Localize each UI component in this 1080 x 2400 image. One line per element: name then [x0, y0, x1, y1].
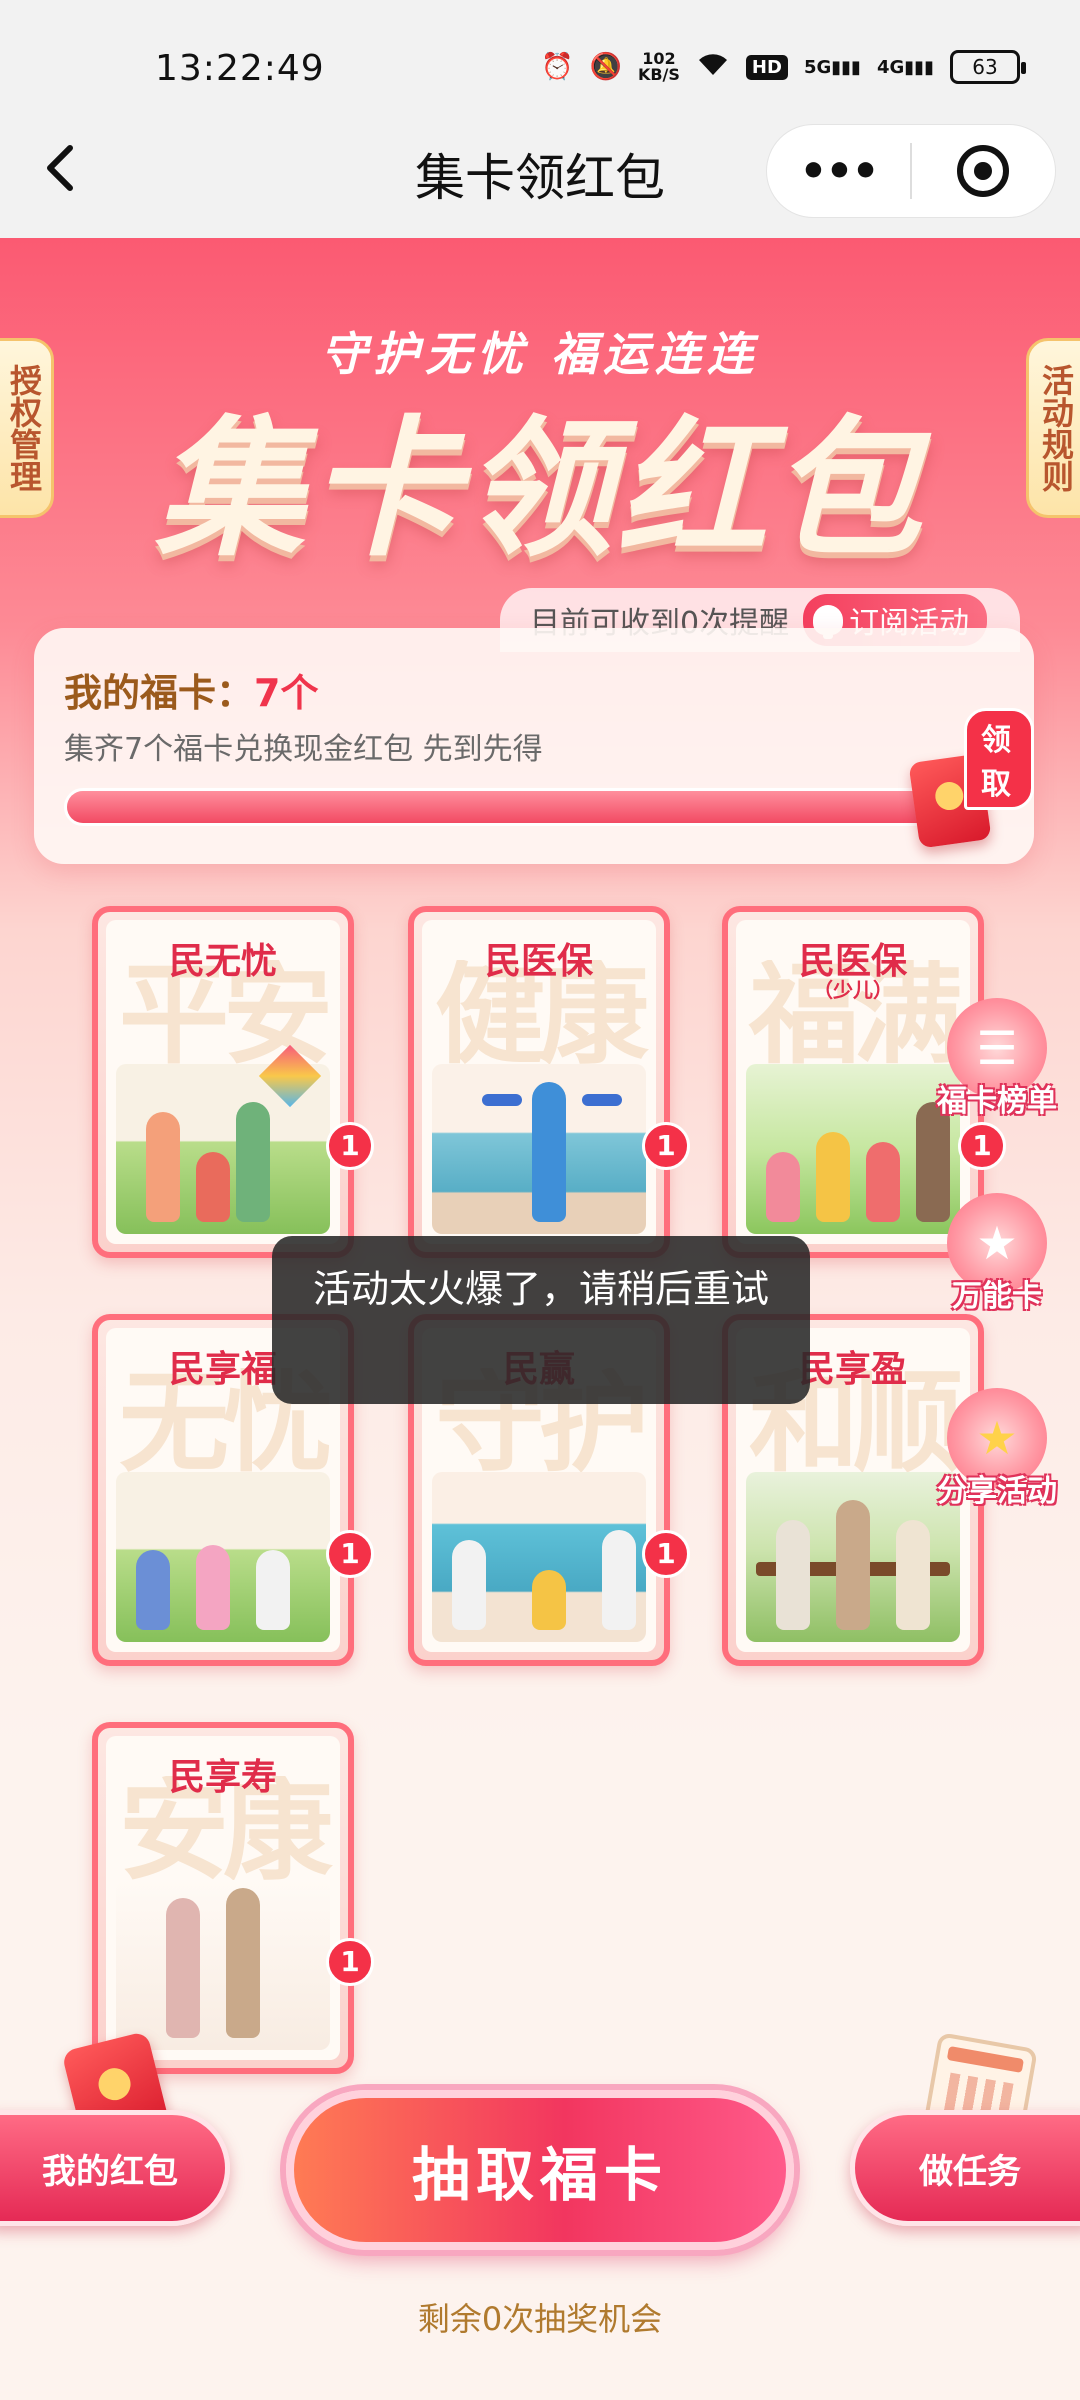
- wildcard-button[interactable]: ★ 万能卡: [922, 1193, 1072, 1315]
- fuka-ranking-button[interactable]: ☰ 福卡榜单: [922, 998, 1072, 1120]
- card-count-badge: 1: [326, 1938, 374, 1986]
- float-label: 福卡榜单: [937, 1084, 1057, 1119]
- authorization-tab[interactable]: 授权管理: [0, 338, 54, 518]
- tasks-button[interactable]: 做任务: [850, 2110, 1080, 2226]
- signal-5g-icon: 5G▮▮▮: [803, 56, 861, 78]
- fuka-title: 我的福卡：7个: [64, 662, 318, 717]
- hero-title: 集卡领红包: [154, 403, 925, 577]
- fuka-count: 7个: [254, 671, 319, 715]
- signal-4g-label: 4G: [876, 56, 905, 78]
- share-activity-button[interactable]: ★ 分享活动: [922, 1388, 1072, 1510]
- hd-voice-icon: HD: [745, 54, 788, 80]
- miniprogram-capsule: •••: [766, 124, 1056, 218]
- fuka-card-minwuyou[interactable]: 平安 民无忧: [92, 906, 354, 1258]
- target-icon: [957, 145, 1010, 197]
- close-miniprogram-button[interactable]: [912, 145, 1055, 197]
- elderly-dance-illustration: [116, 1880, 330, 2050]
- fuka-description: 集齐7个福卡兑换现金红包 先到先得: [64, 732, 543, 767]
- toast-message: 活动太火爆了，请稍后重试: [272, 1236, 810, 1404]
- signal-4g-icon: 4G▮▮▮: [876, 56, 934, 78]
- network-speed-unit: KB/S: [637, 65, 680, 84]
- nav-bar: 集卡领红包 •••: [0, 100, 1080, 238]
- remaining-chances: 剩余0次抽奖机会: [417, 2300, 663, 2338]
- more-button[interactable]: •••: [767, 146, 910, 197]
- fuka-progress-card: 我的福卡：7个 集齐7个福卡兑换现金红包 先到先得 领取: [34, 628, 1034, 864]
- float-label: 分享活动: [937, 1474, 1057, 1509]
- card-count-badge: 1: [642, 1530, 690, 1578]
- card-name: 民享寿: [168, 1757, 277, 1798]
- family-chess-illustration: [432, 1472, 646, 1642]
- status-time: 13:22:49: [155, 48, 325, 89]
- card-name: 民无忧: [168, 941, 277, 982]
- card-count-badge: 1: [958, 1122, 1006, 1170]
- activity-rules-tab[interactable]: 活动规则: [1026, 338, 1080, 518]
- signal-5g-label: 5G: [803, 56, 832, 78]
- fitness-illustration: [432, 1064, 646, 1234]
- battery-icon: 63: [950, 50, 1026, 84]
- network-speed: 102 KB/S: [638, 51, 680, 83]
- progress-bar: [64, 788, 984, 826]
- status-icons: ⏰ 🔕 102 KB/S HD 5G▮▮▮ 4G▮▮▮ 63: [541, 50, 1026, 84]
- card-count-badge: 1: [326, 1122, 374, 1170]
- family-kite-illustration: [116, 1044, 330, 1234]
- float-label: 万能卡: [952, 1279, 1042, 1314]
- fuka-title-label: 我的福卡：: [64, 671, 255, 715]
- fuka-card-minxiangshou[interactable]: 安康 民享寿: [92, 1722, 354, 2074]
- card-count-badge: 1: [642, 1122, 690, 1170]
- my-redpacket-button[interactable]: 我的红包: [0, 2110, 230, 2226]
- progress-fill: [67, 791, 981, 823]
- card-count-badge: 1: [326, 1530, 374, 1578]
- claim-button[interactable]: 领取: [964, 708, 1034, 810]
- fuka-card-minyibao[interactable]: 健康 民医保: [408, 906, 670, 1258]
- alarm-icon: ⏰: [541, 52, 574, 82]
- mute-bell-icon: 🔕: [589, 52, 622, 82]
- draw-card-button[interactable]: 抽取福卡: [286, 2090, 794, 2250]
- card-name: 民医保: [484, 941, 593, 982]
- kids-balls-illustration: [116, 1472, 330, 1642]
- wifi-icon: [696, 51, 730, 84]
